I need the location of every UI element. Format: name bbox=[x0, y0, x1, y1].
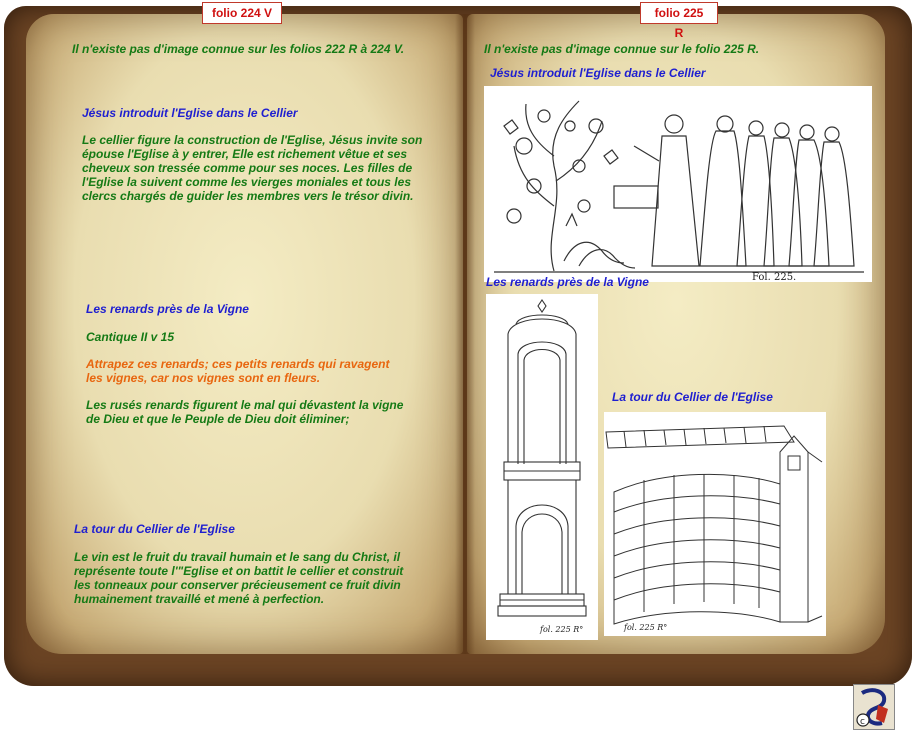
section2-title: Les renards près de la Vigne bbox=[86, 302, 249, 316]
copyright-icon: c bbox=[853, 684, 895, 730]
caption-top: Jésus introduit l'Eglise dans le Cellier bbox=[490, 66, 706, 80]
section1-title: Jésus introduit l'Eglise dans le Cellier bbox=[82, 106, 298, 120]
left-no-image-note: Il n'existe pas d'image connue sur les f… bbox=[72, 42, 405, 56]
caption-tower: La tour du Cellier de l'Eglise bbox=[612, 390, 773, 404]
illustration-barrels: fol. 225 R° bbox=[604, 412, 826, 636]
folio-tag-left: folio 224 V bbox=[202, 2, 282, 24]
caption-foxes: Les renards près de la Vigne bbox=[486, 275, 649, 289]
illustration-tower: fol. 225 R° bbox=[486, 294, 598, 640]
section3-body: Le vin est le fruit du travail humain et… bbox=[74, 550, 404, 606]
fol-label-2: fol. 225 R° bbox=[539, 625, 583, 634]
fol-label-3: fol. 225 R° bbox=[623, 623, 667, 632]
section3-title: La tour du Cellier de l'Eglise bbox=[74, 522, 235, 536]
section2-reference: Cantique II v 15 bbox=[86, 330, 175, 344]
folio-tag-right: folio 225 R bbox=[640, 2, 718, 40]
illustration-jesus-cellier-drawing: Fol. 225. bbox=[494, 100, 864, 283]
illustration-barrels-drawing: fol. 225 R° bbox=[605, 425, 823, 632]
book-gutter bbox=[455, 14, 475, 654]
svg-text:c: c bbox=[860, 717, 865, 727]
illustration-tower-drawing: fol. 225 R° bbox=[497, 299, 587, 634]
illustration-jesus-cellier: Fol. 225. bbox=[484, 86, 872, 283]
section1-body: Le cellier figure la construction de l'E… bbox=[82, 133, 423, 203]
section2-body: Les rusés renards figurent le mal qui dé… bbox=[86, 398, 404, 426]
right-no-image-note: Il n'existe pas d'image connue sur le fo… bbox=[484, 42, 760, 56]
section2-quote: Attrapez ces renards; ces petits renards… bbox=[86, 357, 390, 385]
